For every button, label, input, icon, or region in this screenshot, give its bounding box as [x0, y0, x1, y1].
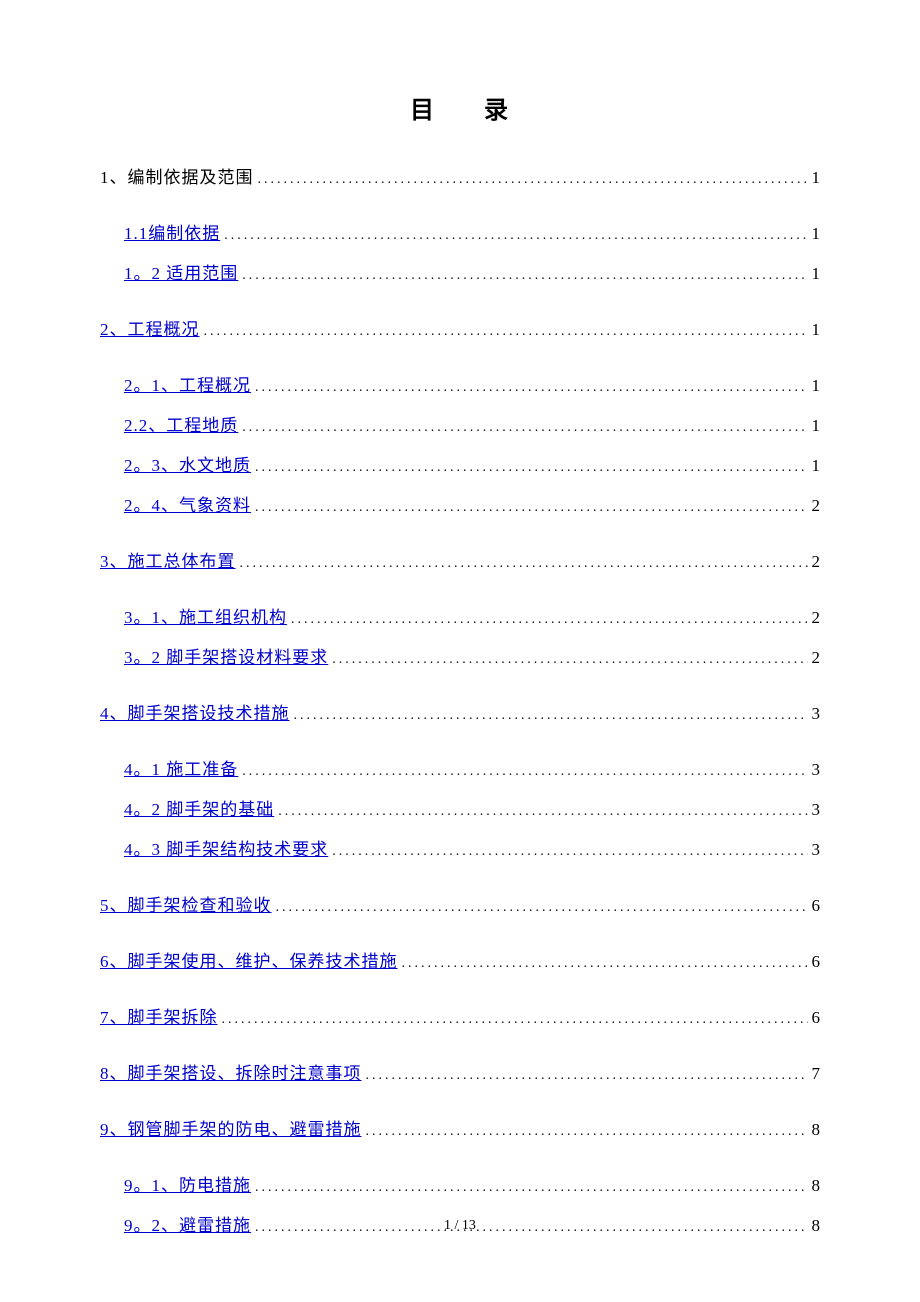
toc-page-number: 7 [812, 1065, 821, 1082]
toc-link[interactable]: 4、脚手架搭设技术措施 [100, 705, 290, 722]
toc-leader [366, 1065, 808, 1083]
toc-link[interactable]: 3、施工总体布置 [100, 553, 236, 570]
toc-entry: 8、脚手架搭设、拆除时注意事项 7 [100, 1065, 820, 1083]
toc-label: 1、编制依据及范围 [100, 169, 254, 186]
toc-entry: 9。1、防电措施 8 [100, 1177, 820, 1195]
toc-page-number: 2 [812, 497, 821, 514]
toc-page-number: 2 [812, 609, 821, 626]
toc-entry: 1。2 适用范围 1 [100, 265, 820, 283]
toc-page-number: 2 [812, 649, 821, 666]
toc-entry: 3、施工总体布置 2 [100, 553, 820, 571]
toc-page-number: 1 [812, 457, 821, 474]
toc-leader [255, 457, 808, 475]
toc-page-number: 3 [812, 705, 821, 722]
title-right: 录 [484, 98, 510, 124]
toc-page-number: 8 [812, 1177, 821, 1194]
toc-page-number: 3 [812, 801, 821, 818]
toc-leader [255, 497, 808, 515]
toc-page-number: 1 [812, 265, 821, 282]
toc-leader [242, 761, 807, 779]
toc-entry: 7、脚手架拆除 6 [100, 1009, 820, 1027]
toc-entry: 2、工程概况 1 [100, 321, 820, 339]
toc-entry: 6、脚手架使用、维护、保养技术措施 6 [100, 953, 820, 971]
toc-page-number: 8 [812, 1121, 821, 1138]
toc-page-number: 6 [812, 1009, 821, 1026]
toc-leader [402, 953, 808, 971]
toc-entry: 5、脚手架检查和验收 6 [100, 897, 820, 915]
toc-link[interactable]: 6、脚手架使用、维护、保养技术措施 [100, 953, 398, 970]
toc-entry: 3。2 脚手架搭设材料要求 2 [100, 649, 820, 667]
toc-link[interactable]: 1。2 适用范围 [124, 265, 238, 282]
toc-entry: 2。3、水文地质 1 [100, 457, 820, 475]
toc-entry: 1.1编制依据 1 [100, 225, 820, 243]
toc-leader [242, 265, 807, 283]
title-left: 目 [410, 98, 436, 124]
table-of-contents: 1、编制依据及范围 11.1编制依据 11。2 适用范围 12、工程概况 12。… [100, 169, 820, 1235]
toc-page-number: 3 [812, 761, 821, 778]
toc-leader [291, 609, 808, 627]
toc-link[interactable]: 4。1 施工准备 [124, 761, 238, 778]
toc-link[interactable]: 4。3 脚手架结构技术要求 [124, 841, 328, 858]
toc-page-number: 1 [812, 225, 821, 242]
toc-link[interactable]: 8、脚手架搭设、拆除时注意事项 [100, 1065, 362, 1082]
toc-leader [255, 377, 808, 395]
toc-entry: 9、钢管脚手架的防电、避雷措施 8 [100, 1121, 820, 1139]
toc-leader [224, 225, 807, 243]
toc-entry: 4。3 脚手架结构技术要求 3 [100, 841, 820, 859]
toc-entry: 2。1、工程概况 1 [100, 377, 820, 395]
toc-leader [258, 169, 808, 187]
toc-leader [255, 1177, 808, 1195]
toc-leader [332, 841, 807, 859]
toc-leader [242, 417, 807, 435]
toc-page-number: 2 [812, 553, 821, 570]
toc-leader [278, 801, 807, 819]
toc-link[interactable]: 5、脚手架检查和验收 [100, 897, 272, 914]
toc-leader [276, 897, 808, 915]
toc-entry: 4。2 脚手架的基础 3 [100, 801, 820, 819]
toc-entry: 1、编制依据及范围 1 [100, 169, 820, 187]
toc-link[interactable]: 2。1、工程概况 [124, 377, 251, 394]
toc-entry: 3。1、施工组织机构 2 [100, 609, 820, 627]
toc-leader [222, 1009, 808, 1027]
toc-entry: 4。1 施工准备 3 [100, 761, 820, 779]
toc-page-number: 1 [812, 377, 821, 394]
toc-page-number: 1 [812, 417, 821, 434]
page-number: 1 / 13 [0, 1218, 920, 1234]
toc-link[interactable]: 9、钢管脚手架的防电、避雷措施 [100, 1121, 362, 1138]
toc-link[interactable]: 9。1、防电措施 [124, 1177, 251, 1194]
toc-link[interactable]: 3。1、施工组织机构 [124, 609, 287, 626]
document-page: 目录 1、编制依据及范围 11.1编制依据 11。2 适用范围 12、工程概况 … [0, 0, 920, 1302]
toc-link[interactable]: 2。3、水文地质 [124, 457, 251, 474]
toc-leader [366, 1121, 808, 1139]
toc-page-number: 6 [812, 953, 821, 970]
toc-link[interactable]: 7、脚手架拆除 [100, 1009, 218, 1026]
toc-entry: 2。4、气象资料 2 [100, 497, 820, 515]
toc-leader [204, 321, 808, 339]
toc-link[interactable]: 2。4、气象资料 [124, 497, 251, 514]
toc-page-number: 1 [812, 321, 821, 338]
toc-leader [294, 705, 808, 723]
toc-entry: 2.2、工程地质 1 [100, 417, 820, 435]
toc-link[interactable]: 3。2 脚手架搭设材料要求 [124, 649, 328, 666]
toc-leader [332, 649, 807, 667]
toc-link[interactable]: 1.1编制依据 [124, 225, 220, 242]
toc-page-number: 1 [812, 169, 821, 186]
toc-link[interactable]: 4。2 脚手架的基础 [124, 801, 274, 818]
toc-entry: 4、脚手架搭设技术措施 3 [100, 705, 820, 723]
toc-page-number: 3 [812, 841, 821, 858]
toc-link[interactable]: 2、工程概况 [100, 321, 200, 338]
page-title: 目录 [100, 90, 820, 125]
toc-link[interactable]: 2.2、工程地质 [124, 417, 238, 434]
toc-page-number: 6 [812, 897, 821, 914]
toc-leader [240, 553, 808, 571]
